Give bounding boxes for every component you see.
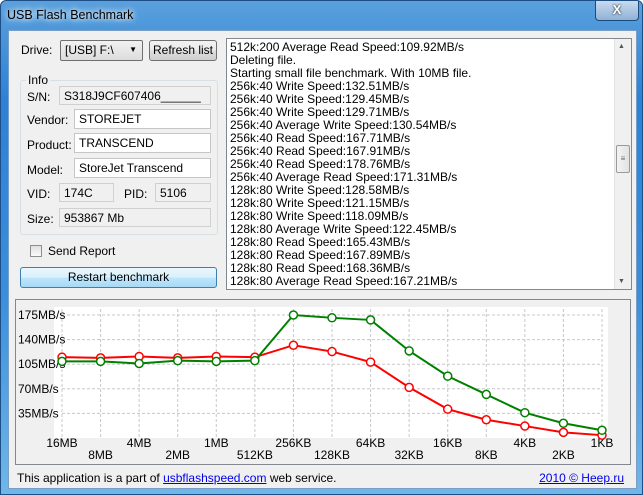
data-point [327, 346, 337, 357]
app-window: USB Flash Benchmark X Drive: [USB] F:\ ▼… [0, 0, 643, 495]
drive-select[interactable]: [USB] F:\ ▼ [60, 40, 143, 61]
data-point [442, 371, 453, 381]
scroll-down-icon[interactable]: ▼ [618, 278, 625, 285]
scroll-up-icon[interactable]: ▲ [618, 43, 625, 50]
client-area: Drive: [USB] F:\ ▼ Refresh list Info S/N… [8, 30, 637, 489]
y-tick-label: 175MB/s [18, 308, 65, 322]
data-point [404, 346, 414, 356]
x-tick-label: 256KB [275, 436, 311, 450]
x-tick-label: 4KB [514, 436, 537, 450]
data-point [442, 404, 453, 414]
data-point [404, 382, 414, 393]
sn-field[interactable]: S318J9CF607406______ [59, 86, 211, 105]
y-tick-label: 140MB/s [18, 333, 65, 347]
x-tick-label: 1MB [204, 436, 229, 450]
log-line: 128k:80 Average Read Speed:167.21MB/s [230, 274, 458, 288]
drive-select-value: [USB] F:\ [65, 43, 114, 57]
footer-prefix: This application is a part of [17, 471, 164, 485]
usbflashspeed-link[interactable]: usbflashspeed.com [163, 471, 266, 485]
window-title: USB Flash Benchmark [7, 8, 134, 22]
x-tick-label: 128KB [314, 448, 350, 462]
log-lines: 512k:200 Average Read Speed:109.92MB/s De… [227, 39, 631, 288]
sn-label: S/N: [27, 90, 51, 104]
x-tick-label: 2MB [165, 448, 190, 462]
drive-label: Drive: [21, 43, 53, 57]
data-point [481, 414, 492, 425]
x-tick-label: 32KB [394, 448, 423, 462]
data-point [558, 427, 569, 438]
y-tick-label: 35MB/s [18, 406, 59, 420]
data-point [172, 355, 183, 366]
model-field[interactable]: StoreJet Transcend [74, 158, 211, 178]
pid-field[interactable]: 5106 [155, 183, 211, 202]
x-tick-label: 16KB [433, 436, 462, 450]
data-point [134, 358, 144, 369]
log-textbox[interactable]: 512k:200 Average Read Speed:109.92MB/s De… [226, 38, 632, 290]
data-point [481, 389, 492, 400]
data-point [288, 310, 299, 320]
vid-field[interactable]: 174C [59, 183, 114, 202]
data-point [365, 357, 376, 367]
x-tick-label: 512KB [237, 448, 273, 462]
data-point [520, 421, 530, 431]
copyright-link[interactable]: 2010 © Heep.ru [539, 471, 624, 485]
x-tick-label: 16MB [46, 436, 77, 450]
vid-label: VID: [27, 187, 51, 201]
x-tick-label: 64KB [356, 436, 385, 450]
close-button[interactable]: X [595, 1, 639, 21]
x-tick-label: 2KB [552, 448, 575, 462]
info-group-label: Info [26, 73, 51, 87]
size-label: Size: [27, 212, 54, 226]
data-point [211, 356, 222, 367]
data-point [95, 356, 106, 367]
x-tick-label: 4MB [127, 436, 152, 450]
log-scrollbar[interactable]: ▲ ≡ ▼ [614, 39, 631, 289]
x-tick-label: 8KB [475, 448, 498, 462]
speed-chart-panel: 16MB 8MB 4MB 2MB 1MB 512KB 256KB 128KB 64KB 32KB 1… [15, 299, 631, 465]
product-label: Product: [27, 138, 72, 152]
size-field[interactable]: 953867 Mb [59, 208, 211, 227]
footer-text: This application is a part of usbflashsp… [17, 471, 337, 485]
data-point [597, 425, 607, 436]
data-point [365, 315, 376, 325]
send-report-checkbox[interactable] [30, 245, 42, 257]
data-point [57, 356, 67, 367]
data-point [520, 407, 530, 418]
product-field[interactable]: TRANSCEND [74, 133, 211, 153]
footer-suffix: web service. [266, 471, 337, 485]
x-tick-label: 8MB [88, 448, 113, 462]
speed-chart: 16MB 8MB 4MB 2MB 1MB 512KB256KB128KB 64KB 32KB 1… [18, 307, 613, 462]
vendor-field[interactable]: STOREJET [74, 109, 211, 129]
send-report-label: Send Report [48, 244, 116, 258]
data-point [288, 340, 299, 350]
y-tick-label: 70MB/s [18, 382, 59, 396]
chevron-down-icon: ▼ [129, 45, 137, 54]
data-point [327, 313, 337, 323]
vendor-label: Vendor: [27, 113, 69, 127]
pid-label: PID: [124, 187, 148, 201]
restart-benchmark-button[interactable]: Restart benchmark [20, 267, 217, 288]
scroll-thumb[interactable]: ≡ [616, 145, 630, 173]
refresh-list-button[interactable]: Refresh list [149, 40, 217, 61]
data-point [250, 355, 260, 366]
model-label: Model: [27, 163, 64, 177]
data-point [558, 418, 569, 428]
